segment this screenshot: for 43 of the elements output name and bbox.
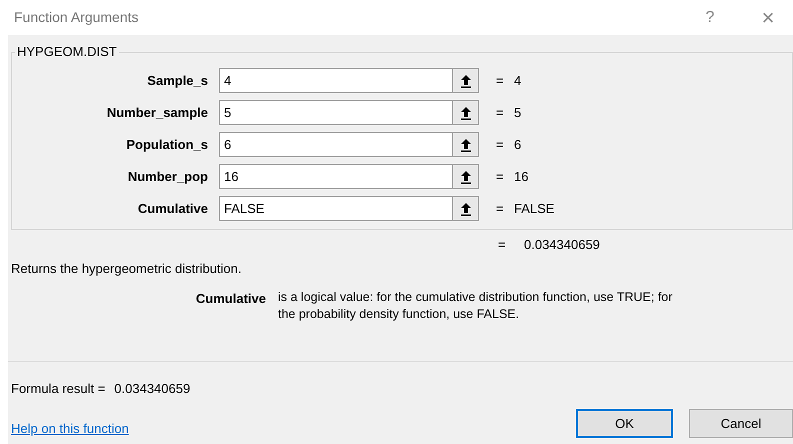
- close-button[interactable]: ×: [753, 1, 783, 34]
- argument-field[interactable]: 4: [219, 68, 453, 93]
- function-result: 0.034340659: [524, 236, 600, 254]
- formula-result-value: 0.034340659: [114, 380, 190, 398]
- function-description: Returns the hypergeometric distribution.: [11, 260, 243, 278]
- equals-sign: =: [496, 168, 505, 186]
- argument-label: Sample_s: [146, 72, 209, 90]
- argument-label: Population_s: [125, 136, 209, 154]
- collapse-button[interactable]: [453, 68, 479, 93]
- collapse-icon: [460, 74, 472, 88]
- collapse-button[interactable]: [453, 100, 479, 125]
- argument-label: Cumulative: [136, 200, 209, 218]
- equals-sign: =: [496, 72, 505, 90]
- help-link[interactable]: Help on this function: [11, 418, 129, 438]
- equals-sign: =: [498, 236, 507, 254]
- argument-field[interactable]: FALSE: [219, 196, 453, 221]
- cancel-button[interactable]: Cancel: [689, 409, 793, 438]
- argument-label: Number_sample: [106, 104, 209, 122]
- equals-sign: =: [496, 136, 505, 154]
- argument-result: 6: [514, 136, 522, 154]
- collapse-button[interactable]: [453, 164, 479, 189]
- argument-result: 4: [514, 72, 522, 90]
- argument-field[interactable]: 16: [219, 164, 453, 189]
- argument-label: Number_pop: [126, 168, 209, 186]
- argument-field[interactable]: 5: [219, 100, 453, 125]
- collapse-button[interactable]: [453, 132, 479, 157]
- collapse-icon: [460, 138, 472, 152]
- collapse-icon: [460, 170, 472, 184]
- formula-result-label: Formula result =: [11, 380, 106, 398]
- argument-result: 5: [514, 104, 522, 122]
- ok-button[interactable]: OK: [576, 409, 673, 438]
- window-title: Function Arguments: [14, 8, 139, 27]
- collapse-button[interactable]: [453, 196, 479, 221]
- argument-name: Cumulative: [194, 290, 267, 308]
- collapse-icon: [460, 106, 472, 120]
- collapse-icon: [460, 202, 472, 216]
- help-button[interactable]: ?: [695, 6, 725, 30]
- argument-result: FALSE: [514, 200, 554, 218]
- equals-sign: =: [496, 104, 505, 122]
- argument-description: is a logical value: for the cumulative distribution function, use TRUE; for the probability density function, use FALSE.: [278, 288, 672, 322]
- equals-sign: =: [496, 200, 505, 218]
- argument-result: 16: [514, 168, 528, 186]
- argument-field[interactable]: 6: [219, 132, 453, 157]
